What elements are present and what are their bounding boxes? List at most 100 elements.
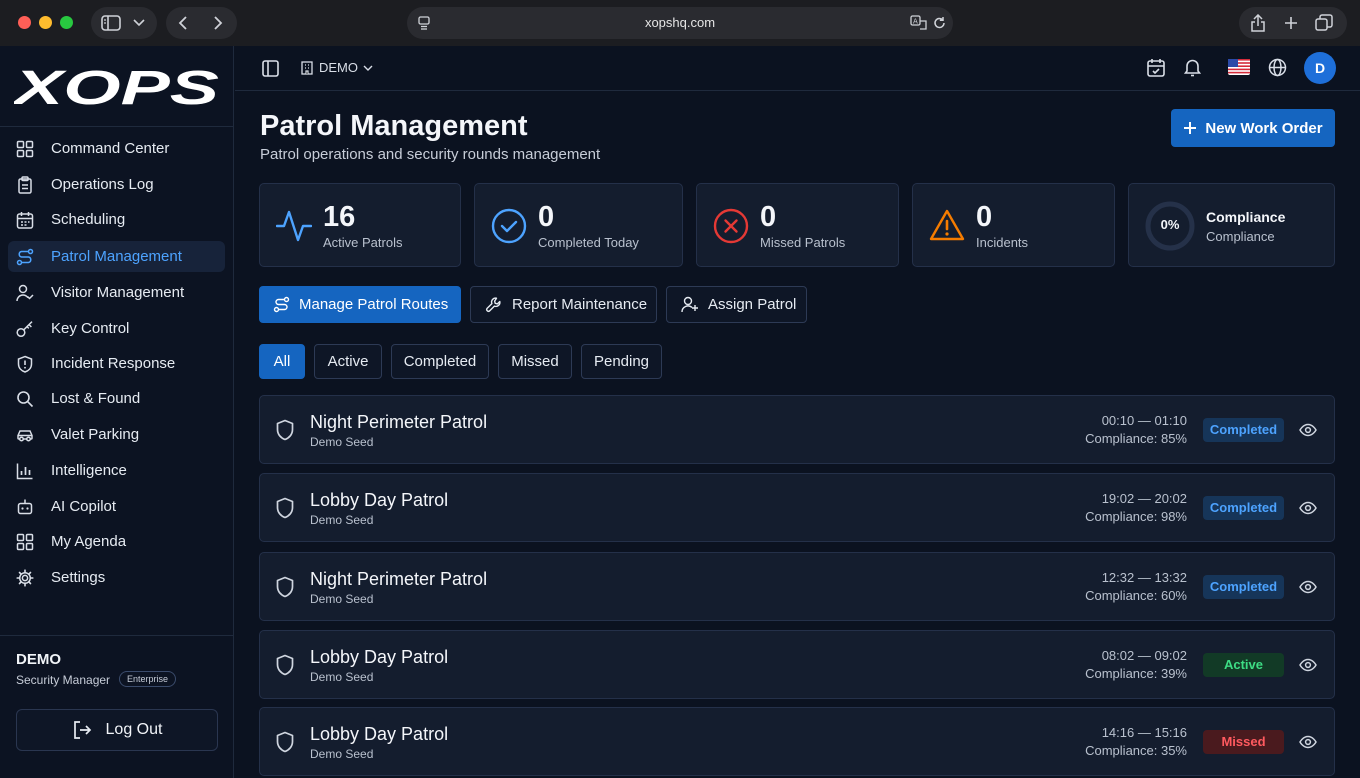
user-check-icon xyxy=(16,284,34,301)
sidebar-item-key-control[interactable]: Key Control xyxy=(8,313,225,344)
share-icon[interactable] xyxy=(1250,14,1266,32)
stat-card-compliance: 0% Compliance Compliance xyxy=(1128,183,1335,267)
sidebar-item-settings[interactable]: Settings xyxy=(8,562,225,593)
forward-icon[interactable] xyxy=(213,16,223,30)
tab-overview-icon[interactable] xyxy=(1315,14,1333,32)
sidebar-item-incident-response[interactable]: Incident Response xyxy=(8,348,225,379)
page-title: Patrol Management xyxy=(260,110,528,142)
bell-icon[interactable] xyxy=(1184,58,1201,77)
user-plus-icon xyxy=(681,296,698,313)
filter-pending[interactable]: Pending xyxy=(581,344,662,379)
patrol-row[interactable]: Lobby Day Patrol Demo Seed 14:16 — 15:16 Co… xyxy=(259,707,1335,776)
close-window-button[interactable] xyxy=(18,16,31,29)
sidebar-item-valet-parking[interactable]: Valet Parking xyxy=(8,419,225,450)
sidebar-item-operations-log[interactable]: Operations Log xyxy=(8,169,225,200)
filter-missed[interactable]: Missed xyxy=(498,344,572,379)
status-badge: Active xyxy=(1203,653,1284,677)
calendar-check-icon[interactable] xyxy=(1147,58,1165,77)
patrol-compliance: Compliance: 85% xyxy=(1085,431,1187,446)
logout-icon xyxy=(73,721,91,739)
shield-icon xyxy=(276,731,294,753)
shield-icon xyxy=(276,419,294,441)
patrol-row[interactable]: Lobby Day Patrol Demo Seed 19:02 — 20:02 Co… xyxy=(259,473,1335,542)
stat-value: 0 xyxy=(760,201,777,233)
eye-icon[interactable] xyxy=(1299,499,1317,517)
browser-sidebar-icon[interactable] xyxy=(101,15,121,31)
sidebar-item-label: Intelligence xyxy=(51,462,127,479)
sidebar-item-my-agenda[interactable]: My Agenda xyxy=(8,526,225,557)
key-icon xyxy=(16,320,33,337)
stat-label: Completed Today xyxy=(538,235,639,250)
plan-badge: Enterprise xyxy=(119,671,177,687)
report-maintenance-button[interactable]: Report Maintenance xyxy=(470,286,657,323)
zoom-window-button[interactable] xyxy=(60,16,73,29)
chevron-down-icon[interactable] xyxy=(133,19,145,27)
patrol-name: Lobby Day Patrol xyxy=(310,647,449,667)
svg-text:A: A xyxy=(913,18,918,26)
sidebar-item-label: Scheduling xyxy=(51,211,126,228)
organization-selector[interactable]: DEMO xyxy=(319,60,358,75)
search-icon xyxy=(17,390,34,407)
patrol-source: Demo Seed xyxy=(310,513,374,527)
sidebar-item-visitor-management[interactable]: Visitor Management xyxy=(8,277,225,308)
clipboard-icon xyxy=(18,175,32,194)
patrol-row[interactable]: Lobby Day Patrol Demo Seed 08:02 — 09:02 Co… xyxy=(259,630,1335,699)
sidebar-item-label: Key Control xyxy=(51,320,130,337)
translate-icon[interactable]: A xyxy=(910,15,928,30)
eye-icon[interactable] xyxy=(1299,578,1317,596)
history-nav-group xyxy=(166,7,237,39)
activity-icon xyxy=(276,210,312,242)
new-work-order-button[interactable]: New Work Order xyxy=(1171,109,1335,147)
gear-icon xyxy=(16,568,34,587)
brand-logo[interactable]: XOPS xyxy=(14,64,220,108)
user-avatar[interactable]: D xyxy=(1304,52,1336,84)
status-badge: Completed xyxy=(1203,418,1284,442)
url-text: xopshq.com xyxy=(644,15,716,30)
stat-label: Compliance xyxy=(1206,209,1286,225)
sidebar-item-command-center[interactable]: Command Center xyxy=(8,133,225,164)
new-tab-icon[interactable] xyxy=(1284,16,1298,30)
patrol-row[interactable]: Night Perimeter Patrol Demo Seed 12:32 — 1… xyxy=(259,552,1335,621)
user-name: DEMO xyxy=(16,651,61,668)
sidebar-item-ai-copilot[interactable]: AI Copilot xyxy=(8,491,225,522)
reload-icon[interactable] xyxy=(933,16,946,30)
sidebar-toggle-group[interactable] xyxy=(91,7,157,39)
patrol-row[interactable]: Night Perimeter Patrol Demo Seed 00:10 — 0… xyxy=(259,395,1335,464)
manage-patrol-routes-button[interactable]: Manage Patrol Routes xyxy=(259,286,461,323)
patrol-compliance: Compliance: 98% xyxy=(1085,509,1187,524)
eye-icon[interactable] xyxy=(1299,733,1317,751)
assign-patrol-button[interactable]: Assign Patrol xyxy=(666,286,807,323)
sidebar-item-intelligence[interactable]: Intelligence xyxy=(8,455,225,486)
patrol-source: Demo Seed xyxy=(310,592,374,606)
globe-icon[interactable] xyxy=(1268,58,1287,77)
sidebar-item-scheduling[interactable]: Scheduling xyxy=(8,204,225,235)
filter-completed[interactable]: Completed xyxy=(391,344,489,379)
logout-label: Log Out xyxy=(105,721,163,738)
patrol-compliance: Compliance: 35% xyxy=(1085,743,1187,758)
back-icon[interactable] xyxy=(178,16,188,30)
address-bar[interactable]: xopshq.com A xyxy=(407,7,953,39)
sidebar: XOPS Command Center Operations Log Schedul… xyxy=(0,46,234,778)
filter-active[interactable]: Active xyxy=(314,344,382,379)
toggle-sidebar-icon[interactable] xyxy=(262,60,279,77)
chevron-down-icon[interactable] xyxy=(363,65,373,72)
sidebar-item-lost-found[interactable]: Lost & Found xyxy=(8,383,225,414)
patrol-time-range: 12:32 — 13:32 xyxy=(1101,570,1187,585)
stat-label: Active Patrols xyxy=(323,235,403,250)
minimize-window-button[interactable] xyxy=(39,16,52,29)
filter-all[interactable]: All xyxy=(259,344,305,379)
us-flag-icon[interactable] xyxy=(1228,59,1250,75)
eye-icon[interactable] xyxy=(1299,421,1317,439)
sidebar-divider xyxy=(0,635,234,636)
patrol-source: Demo Seed xyxy=(310,435,374,449)
stat-label: Missed Patrols xyxy=(760,235,846,250)
browser-actions-group xyxy=(1239,7,1347,39)
logout-button[interactable]: Log Out xyxy=(16,709,218,751)
stat-card-completed-today: 0 Completed Today xyxy=(474,183,683,267)
eye-icon[interactable] xyxy=(1299,656,1317,674)
sidebar-item-label: Visitor Management xyxy=(51,284,185,301)
check-circle-icon xyxy=(491,208,527,244)
warning-icon xyxy=(929,209,965,241)
sidebar-item-patrol-management[interactable]: Patrol Management xyxy=(8,241,225,272)
patrol-name: Night Perimeter Patrol xyxy=(310,569,488,589)
